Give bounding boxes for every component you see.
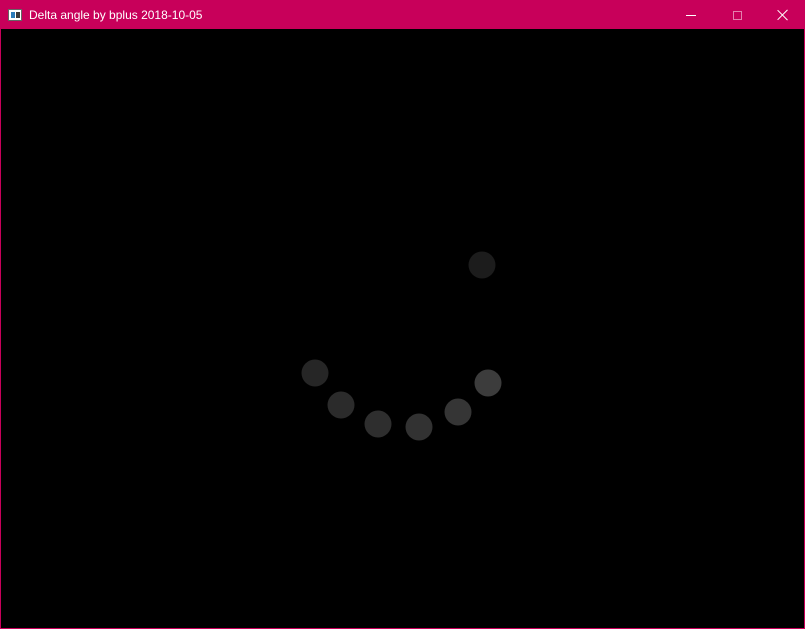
dot (301, 359, 329, 387)
window-title: Delta angle by bplus 2018-10-05 (29, 8, 203, 22)
close-icon (777, 9, 789, 21)
drawing-canvas (4, 29, 803, 627)
dot (474, 369, 502, 397)
maximize-icon (732, 10, 742, 20)
dot (364, 410, 392, 438)
dot (468, 251, 496, 279)
maximize-button[interactable] (714, 1, 760, 29)
minimize-icon (686, 14, 696, 16)
title-bar[interactable]: Delta angle by bplus 2018-10-05 (1, 1, 804, 29)
close-button[interactable] (760, 1, 805, 29)
app-window: Delta angle by bplus 2018-10-05 (0, 0, 805, 629)
dot (405, 413, 433, 441)
dot-animation (301, 251, 502, 441)
dot (444, 398, 472, 426)
minimize-button[interactable] (668, 1, 714, 29)
app-window-icon[interactable] (8, 9, 22, 21)
dot (327, 391, 355, 419)
